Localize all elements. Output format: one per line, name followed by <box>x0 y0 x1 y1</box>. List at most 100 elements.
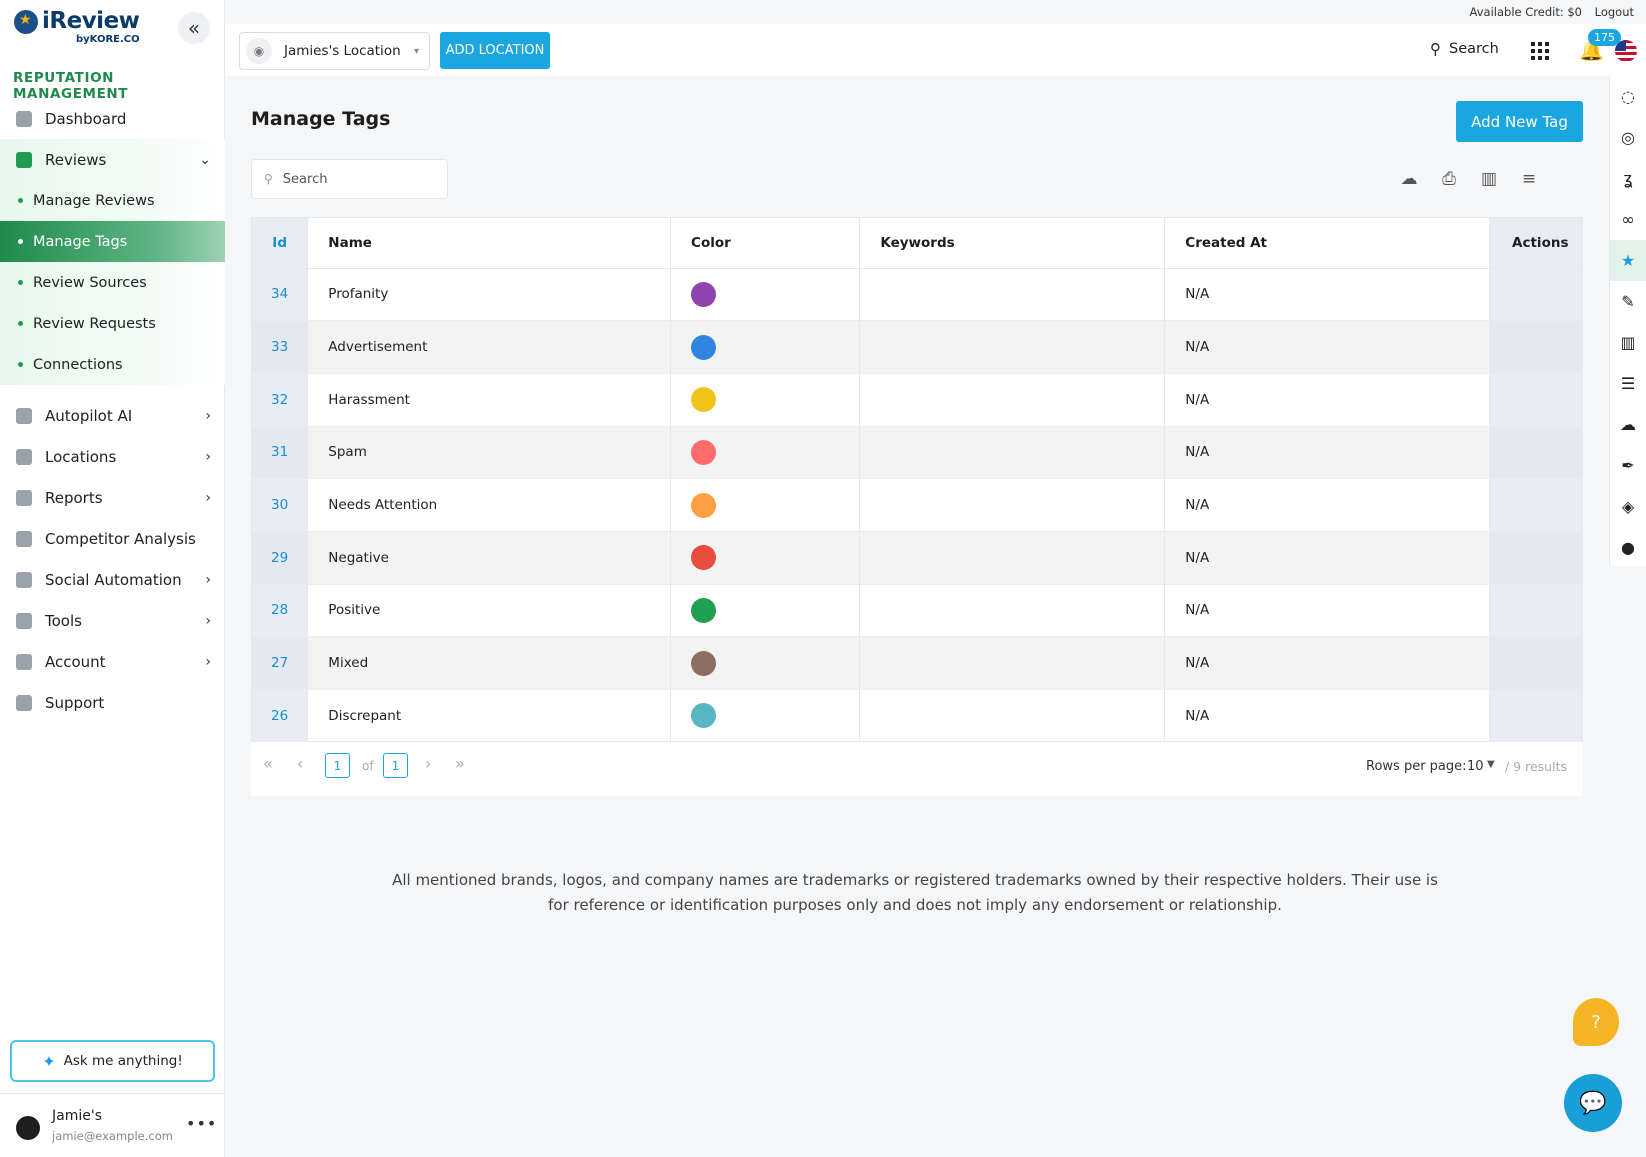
next-page-icon[interactable]: › <box>425 754 431 773</box>
caret-down-icon[interactable]: ▼ <box>1487 759 1495 770</box>
location-select[interactable]: ◉ Jamies's Location ▾ <box>239 32 430 70</box>
layers-app-icon[interactable]: ◈ <box>1610 486 1646 527</box>
sidebar-item-autopilot-ai[interactable]: Autopilot AI › <box>0 395 225 436</box>
location-pin-icon: ◉ <box>246 38 272 64</box>
cell-name: Harassment <box>307 373 672 427</box>
cell-id[interactable]: 27 <box>252 636 309 690</box>
sidebar-item-locations[interactable]: Locations › <box>0 436 225 477</box>
sidebar-subitem-manage-reviews[interactable]: Manage Reviews <box>0 180 225 221</box>
table-row[interactable]: 32 Harassment N/A <box>252 373 1582 427</box>
cloud-app-icon[interactable]: ☁ <box>1610 404 1646 445</box>
cloud-download-icon[interactable]: ☁ <box>1398 168 1420 190</box>
sidebar-subitem-manage-tags[interactable]: Manage Tags <box>0 221 225 262</box>
cell-actions[interactable] <box>1489 268 1582 322</box>
add-new-tag-button[interactable]: Add New Tag <box>1456 101 1583 142</box>
user-profile[interactable]: Jamie's jamie@example.com ••• <box>0 1093 225 1157</box>
cell-id[interactable]: 33 <box>252 320 309 374</box>
cell-id[interactable]: 32 <box>252 373 309 427</box>
logo[interactable]: iReview byKORE.CO <box>14 6 154 50</box>
sidebar-item-tools[interactable]: Tools › <box>0 600 225 641</box>
logout-link[interactable]: Logout <box>1595 5 1634 19</box>
circle-app-icon[interactable]: ◌ <box>1610 76 1646 117</box>
sidebar-item-social-automation[interactable]: Social Automation › <box>0 559 225 600</box>
apps-grid-icon[interactable] <box>1531 42 1549 60</box>
cell-actions[interactable] <box>1489 531 1582 585</box>
columns-icon[interactable]: ▥ <box>1478 168 1500 190</box>
globe-app-icon[interactable]: ● <box>1610 527 1646 568</box>
cell-id[interactable]: 28 <box>252 584 309 638</box>
cell-actions[interactable] <box>1489 636 1582 690</box>
cell-actions[interactable] <box>1489 373 1582 427</box>
cell-actions[interactable] <box>1489 689 1582 743</box>
first-page-icon[interactable]: « <box>263 754 273 773</box>
search-input[interactable]: ⚲ Search <box>251 159 448 199</box>
cell-id[interactable]: 29 <box>252 531 309 585</box>
competitor-icon <box>16 530 32 547</box>
last-page-icon[interactable]: » <box>455 754 465 773</box>
table-row[interactable]: 28 Positive N/A <box>252 584 1582 638</box>
column-header-color[interactable]: Color <box>670 218 861 269</box>
pen-app-icon[interactable]: ✎ <box>1610 281 1646 322</box>
global-search[interactable]: ⚲ Search <box>1430 40 1499 58</box>
color-swatch <box>691 281 717 307</box>
sidebar-subitem-label: Manage Tags <box>33 233 128 250</box>
sidebar-subitem-connections[interactable]: Connections <box>0 344 225 385</box>
sidebar-item-label: Dashboard <box>45 109 127 128</box>
sidebar-item-support[interactable]: Support <box>0 682 225 723</box>
ask-ai-button[interactable]: ✦ Ask me anything! <box>10 1040 215 1082</box>
cell-keywords <box>859 478 1166 532</box>
lines-app-icon[interactable]: ☰ <box>1610 363 1646 404</box>
more-options-icon[interactable]: ••• <box>186 1114 217 1133</box>
cell-id[interactable]: 26 <box>252 689 309 743</box>
ireview-app-icon[interactable]: ★ <box>1610 240 1646 281</box>
column-header-id[interactable]: Id <box>252 218 309 269</box>
global-search-label: Search <box>1449 41 1499 57</box>
sidebar-subitem-review-requests[interactable]: Review Requests <box>0 303 225 344</box>
color-swatch <box>691 545 717 571</box>
column-header-name[interactable]: Name <box>307 218 672 269</box>
add-location-button[interactable]: ADD LOCATION <box>440 32 550 69</box>
table-row[interactable]: 29 Negative N/A <box>252 531 1582 585</box>
stats-app-icon[interactable]: ▥ <box>1610 322 1646 363</box>
sidebar-subitem-review-sources[interactable]: Review Sources <box>0 262 225 303</box>
sidebar-item-account[interactable]: Account › <box>0 641 225 682</box>
cell-actions[interactable] <box>1489 478 1582 532</box>
table-row[interactable]: 26 Discrepant N/A <box>252 689 1582 743</box>
location-select-value: Jamies's Location <box>284 43 401 59</box>
sidebar: iReview byKORE.CO « REPUTATION MANAGEMEN… <box>0 0 225 1157</box>
table-row[interactable]: 33 Advertisement N/A <box>252 320 1582 374</box>
sidebar-nav: Dashboard Reviews ⌄ Manage Reviews Manag… <box>0 98 225 723</box>
sidebar-item-dashboard[interactable]: Dashboard <box>0 98 225 139</box>
table-row[interactable]: 30 Needs Attention N/A <box>252 478 1582 532</box>
sidebar-item-reviews[interactable]: Reviews ⌄ <box>0 139 225 180</box>
filter-icon[interactable]: ≡ <box>1518 168 1540 190</box>
chat-button[interactable]: 💬 <box>1564 1074 1622 1132</box>
script-app-icon[interactable]: ʓ <box>1610 158 1646 199</box>
help-button[interactable]: ? <box>1573 998 1619 1046</box>
column-header-keywords[interactable]: Keywords <box>859 218 1166 269</box>
target-app-icon[interactable]: ◎ <box>1610 117 1646 158</box>
table-row[interactable]: 27 Mixed N/A <box>252 636 1582 690</box>
cell-id[interactable]: 34 <box>252 268 309 322</box>
cell-color <box>670 689 861 743</box>
cell-id[interactable]: 31 <box>252 426 309 480</box>
print-icon[interactable]: ⎙ <box>1438 168 1460 190</box>
table-row[interactable]: 31 Spam N/A <box>252 426 1582 480</box>
chevron-down-icon: ⌄ <box>199 151 211 168</box>
cell-actions[interactable] <box>1489 320 1582 374</box>
current-page-input[interactable]: 1 <box>325 753 350 778</box>
sidebar-item-reports[interactable]: Reports › <box>0 477 225 518</box>
cell-id[interactable]: 30 <box>252 478 309 532</box>
feather-app-icon[interactable]: ✒ <box>1610 445 1646 486</box>
column-header-created-at[interactable]: Created At <box>1164 218 1491 269</box>
chevron-right-icon: › <box>205 571 211 588</box>
rows-per-page-select[interactable]: 10 <box>1467 759 1484 774</box>
link-app-icon[interactable]: ∞ <box>1610 199 1646 240</box>
table-row[interactable]: 34 Profanity N/A <box>252 268 1582 322</box>
cell-actions[interactable] <box>1489 584 1582 638</box>
us-flag-icon[interactable] <box>1615 40 1637 62</box>
sidebar-item-competitor-analysis[interactable]: Competitor Analysis <box>0 518 225 559</box>
prev-page-icon[interactable]: ‹ <box>297 754 303 773</box>
cell-actions[interactable] <box>1489 426 1582 480</box>
collapse-sidebar-button[interactable]: « <box>178 12 210 44</box>
